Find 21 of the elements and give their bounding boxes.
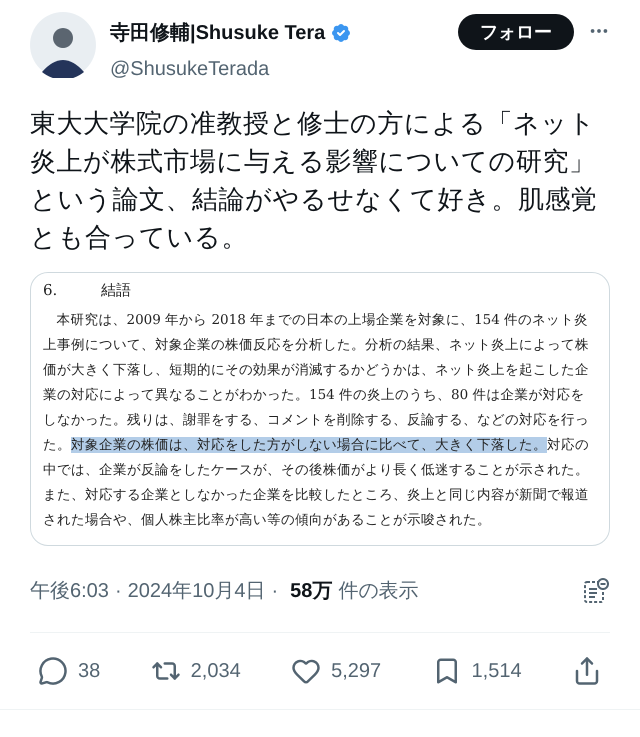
avatar[interactable]	[30, 12, 96, 78]
views-label: 件の表示	[338, 578, 418, 604]
post-time[interactable]: 午後6:03	[30, 576, 109, 606]
post-date[interactable]: 2024年10月4日	[128, 576, 266, 606]
separator-dot: ·	[114, 578, 122, 604]
tweet-text: 東大大学院の准教授と修士の方による「ネット炎上が株式市場に与える影響についての研究」という論文、結論がやるせなくて好き。肌感覚とも合っている。	[29, 107, 598, 254]
speech-bubble-icon	[38, 656, 68, 686]
like-button[interactable]: 5,297	[291, 656, 382, 686]
document-paragraph: 本研究は、2009 年から 2018 年までの日本の上場企業を対象に、154 件のネット炎上事例について、対象企業の株価反応を分析した。分析の結果、ネット炎上によって株価が大きく下落し、短期的にその効果が消滅するかどうかは、ネット炎上を起こした企業の対応によって異なることがわかった。154 件の炎上のうち、80 件は企業が対応をしなかった。残りは、謝罪をする、コメントを削除する、反論する、などの対応を行った。対象企業の株価は、対応をした方がしない場合に比べて、大きく下落した。対応の中では、企業が反論をしたケースが、その後株価がより長く低迷することが示された。また、対応する企業としなかった企業を比較したところ、炎上と同じ内容が新聞で報道された場合や、個人株主比率が高い等の傾向があることが示唆された。	[43, 310, 590, 530]
separator-dot: ·	[271, 578, 278, 604]
section-number: 6.	[43, 280, 58, 301]
section-title: 結語	[101, 280, 131, 301]
follow-button[interactable]: フォロー	[458, 14, 574, 50]
repost-button[interactable]: 2,034	[150, 656, 241, 686]
document-list-icon[interactable]	[582, 576, 610, 604]
views-count: 58万	[290, 578, 332, 604]
document-image[interactable]	[30, 272, 610, 546]
bookmark-button[interactable]: 1,514	[432, 656, 522, 686]
reply-button[interactable]: 38	[38, 656, 100, 686]
author-name[interactable]: 寺田修輔|Shusuke Tera	[110, 18, 326, 48]
author-handle[interactable]: @ShusukeTerada	[110, 54, 354, 84]
